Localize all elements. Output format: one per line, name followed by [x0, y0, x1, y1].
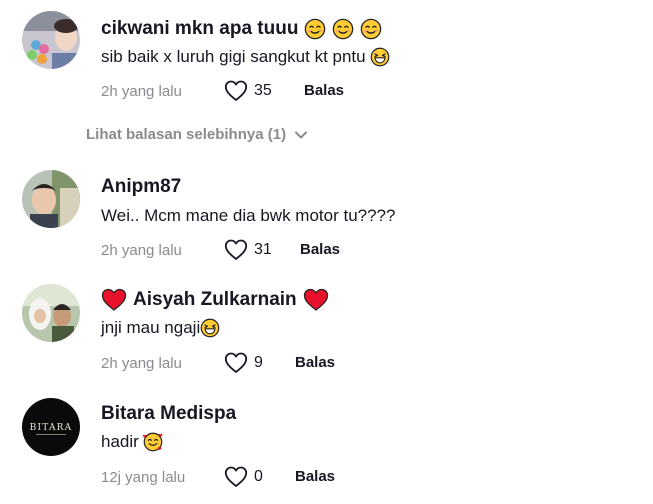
view-more-replies-button[interactable]: Lihat balasan selebihnya (1): [86, 126, 308, 143]
chevron-down-icon: [295, 131, 308, 138]
timestamp: 2h yang lalu: [101, 83, 182, 100]
avatar[interactable]: [22, 284, 80, 342]
comment-text-content: hadir: [101, 432, 139, 451]
timestamp: 12j yang lalu: [101, 469, 186, 486]
grinning-sweat-face-icon: [370, 47, 389, 67]
username[interactable]: cikwani mkn apa tuuu: [101, 17, 382, 41]
username-text: Aisyah Zulkarnain: [133, 289, 297, 310]
like-count: 35: [254, 82, 272, 99]
view-more-replies-label: Lihat balasan selebihnya (1): [86, 126, 287, 143]
smiling-face-icon: [361, 18, 382, 40]
heart-outline-icon: [224, 352, 248, 373]
avatar[interactable]: [22, 170, 80, 228]
comment-text-content: sib baik x luruh gigi sangkut kt pntu: [101, 47, 366, 66]
comment-text-content: Wei.. Mcm mane dia bwk motor tu????: [101, 206, 396, 225]
username-text: Bitara Medispa: [101, 403, 237, 424]
username-text: Anipm87: [101, 176, 182, 197]
heart-outline-icon: [224, 239, 248, 260]
username-text: cikwani mkn apa tuuu: [101, 18, 299, 39]
red-heart-icon: [101, 288, 127, 311]
username[interactable]: Bitara Medispa: [101, 402, 236, 426]
avatar[interactable]: BITARA: [22, 398, 80, 456]
like-count: 31: [254, 241, 272, 258]
like-count: 9: [254, 354, 263, 371]
smiling-hearts-face-icon: [142, 432, 163, 452]
comment-text: jnji mau ngaji: [101, 317, 220, 339]
heart-outline-icon: [224, 466, 248, 487]
timestamp: 2h yang lalu: [101, 242, 182, 259]
avatar-logo-text: BITARA: [30, 423, 73, 433]
avatar[interactable]: [22, 11, 80, 69]
smiling-face-icon: [305, 18, 326, 40]
comment-text: Wei.. Mcm mane dia bwk motor tu????: [101, 205, 395, 227]
red-heart-icon: [303, 288, 328, 311]
comment-list: cikwani mkn apa tuuu sib baik x luruh gi…: [0, 0, 653, 504]
timestamp: 2h yang lalu: [101, 355, 182, 372]
reply-button[interactable]: Balas: [295, 468, 335, 485]
comment-text: hadir: [101, 431, 163, 453]
grinning-sweat-face-icon: [200, 318, 220, 338]
reply-button[interactable]: Balas: [295, 354, 335, 371]
like-count: 0: [254, 468, 263, 485]
like-button[interactable]: 0: [224, 466, 263, 488]
reply-button[interactable]: Balas: [300, 241, 340, 258]
heart-outline-icon: [224, 80, 248, 101]
reply-button[interactable]: Balas: [304, 82, 344, 99]
like-button[interactable]: 35: [224, 80, 272, 102]
comment-text-content: jnji mau ngaji: [101, 318, 201, 337]
username[interactable]: Aisyah Zulkarnain: [101, 288, 329, 312]
smiling-face-icon: [333, 18, 354, 40]
comment-text: sib baik x luruh gigi sangkut kt pntu: [101, 46, 390, 68]
like-button[interactable]: 31: [224, 239, 272, 261]
username[interactable]: Anipm87: [101, 175, 181, 199]
like-button[interactable]: 9: [224, 352, 263, 374]
